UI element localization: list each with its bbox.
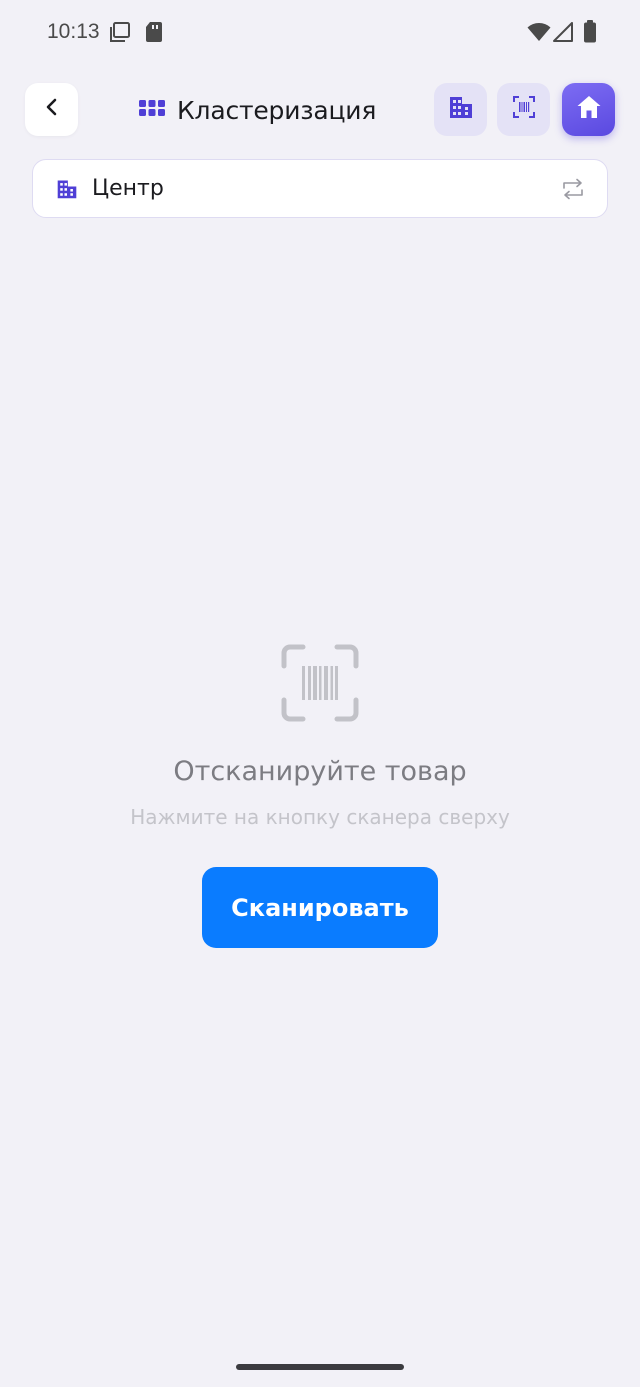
scan-button[interactable]: Сканировать xyxy=(202,867,438,948)
grid-icon xyxy=(138,99,166,122)
home-icon xyxy=(576,94,602,125)
battery-icon xyxy=(583,20,597,49)
warehouse-button[interactable] xyxy=(434,83,487,136)
home-indicator[interactable] xyxy=(236,1364,404,1370)
empty-state-title: Отсканируйте товар xyxy=(173,756,467,787)
barcode-scan-icon xyxy=(512,95,536,124)
screen-record-icon xyxy=(109,21,131,48)
swap-icon[interactable] xyxy=(561,178,585,200)
chevron-left-icon xyxy=(42,97,62,122)
warehouse-selector[interactable]: Центр xyxy=(32,159,608,218)
building-icon xyxy=(448,94,474,125)
barcode-scan-icon xyxy=(281,644,359,727)
status-time: 10:13 xyxy=(47,20,100,43)
page-title: Кластеризация xyxy=(138,92,376,128)
warehouse-selector-label: Центр xyxy=(92,176,164,201)
page-title-text: Кластеризация xyxy=(177,95,377,125)
back-button[interactable] xyxy=(25,83,78,136)
sd-card-icon xyxy=(145,21,163,48)
home-button[interactable] xyxy=(562,83,615,136)
building-icon xyxy=(56,178,78,200)
wifi-icon xyxy=(527,22,551,47)
scanner-button[interactable] xyxy=(497,83,550,136)
cellular-signal-icon xyxy=(553,22,573,47)
empty-state-subtitle: Нажмите на кнопку сканера сверху xyxy=(130,805,510,829)
